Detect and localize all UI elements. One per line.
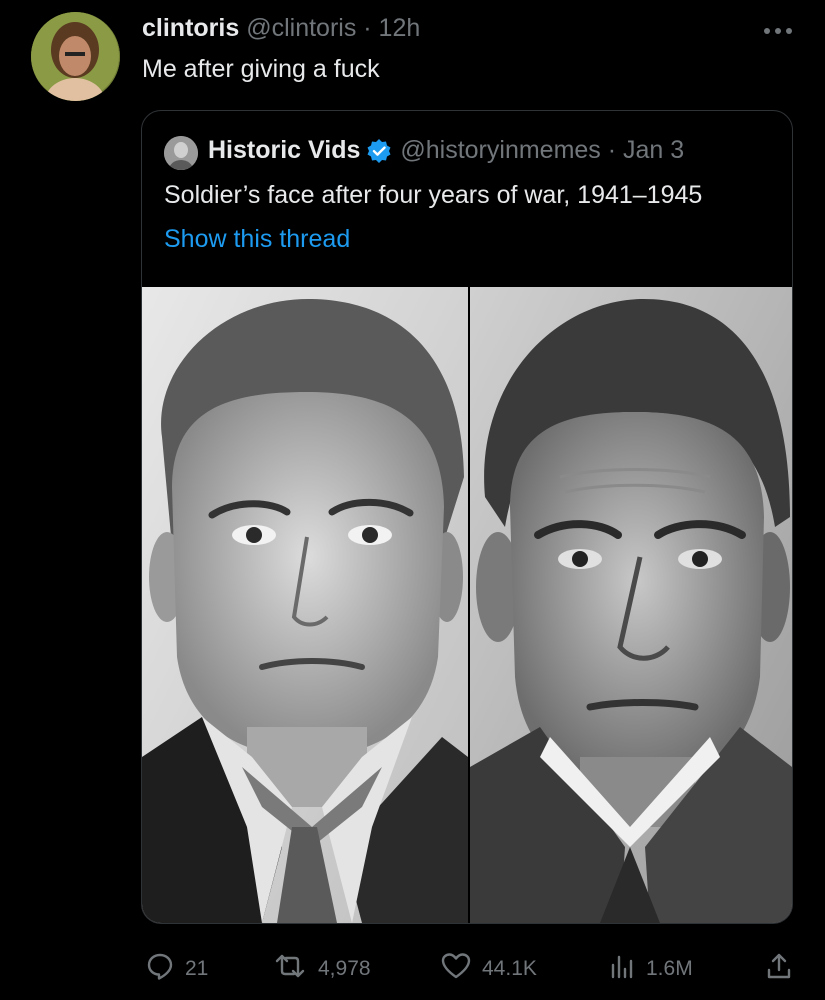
reply-icon	[145, 951, 185, 987]
quoted-tweet[interactable]: Historic Vids @historyinmemes · Jan 3 So…	[141, 110, 793, 924]
reply-button[interactable]: 21	[145, 951, 208, 987]
repost-icon	[272, 951, 318, 987]
like-count: 44.1K	[482, 957, 537, 980]
show-thread-link[interactable]: Show this thread	[164, 225, 350, 254]
like-button[interactable]: 44.1K	[440, 951, 537, 987]
action-bar: 21 4,978 44.1K 1.6M	[0, 945, 825, 989]
quoted-avatar[interactable]	[164, 136, 198, 170]
repost-button[interactable]: 4,978	[272, 951, 371, 987]
share-icon	[765, 951, 803, 987]
more-options-icon[interactable]	[758, 16, 798, 46]
older-soldier-photo[interactable]	[470, 287, 792, 923]
verified-badge-icon	[366, 138, 392, 164]
author-name[interactable]: clintoris	[142, 14, 239, 42]
quoted-tweet-text: Soldier’s face after four years of war, …	[164, 181, 703, 209]
quoted-author-name[interactable]: Historic Vids	[208, 136, 360, 165]
quoted-author-handle[interactable]: @historyinmemes · Jan 3	[400, 136, 684, 165]
young-soldier-photo[interactable]	[142, 287, 468, 923]
quoted-header: Historic Vids @historyinmemes · Jan 3	[208, 136, 684, 165]
author-handle[interactable]: @clintoris · 12h	[246, 14, 420, 42]
views-count: 1.6M	[646, 957, 693, 980]
views-icon	[608, 951, 646, 987]
tweet-text: Me after giving a fuck	[142, 55, 380, 83]
avatar[interactable]	[31, 12, 120, 101]
repost-count: 4,978	[318, 957, 371, 980]
reply-count: 21	[185, 957, 209, 980]
views-button[interactable]: 1.6M	[608, 951, 693, 987]
tweet-header: clintoris @clintoris · 12h	[142, 14, 420, 43]
heart-icon	[440, 951, 482, 987]
share-button[interactable]	[765, 951, 803, 987]
